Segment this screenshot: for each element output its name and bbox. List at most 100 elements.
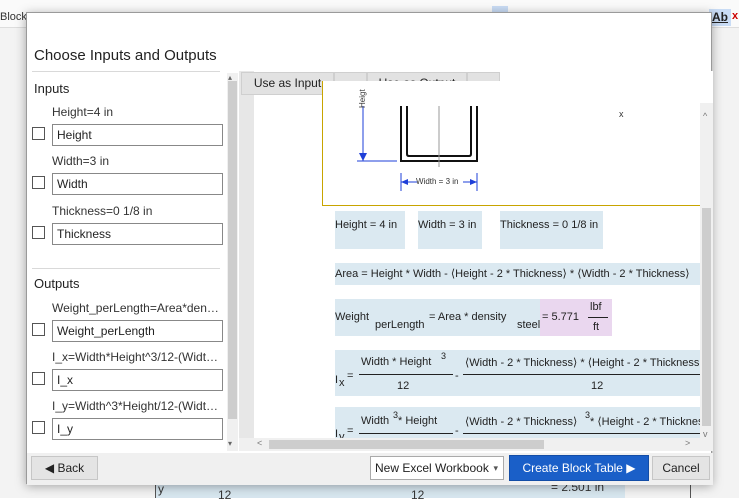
- title-divider: [32, 71, 220, 72]
- weight-unit-bar: [588, 317, 608, 318]
- background-block-label: Block: [0, 11, 27, 23]
- weight-rhs-sub: steel: [517, 319, 541, 331]
- output-name-field-weight[interactable]: [52, 320, 223, 342]
- outputs-heading: Outputs: [34, 276, 80, 291]
- ix-denominator-1: 12: [397, 380, 410, 392]
- input-desc: Width=3 in: [52, 154, 110, 168]
- output-desc: Weight_perLength=Area*density_steel: [52, 301, 224, 315]
- ix-fraction-bar-1: [359, 374, 453, 375]
- ix-lhs: I: [335, 374, 339, 386]
- ix-minus: -: [455, 370, 459, 382]
- chevron-down-icon: ▾: [493, 463, 498, 473]
- preview-vertical-scroll-thumb[interactable]: [702, 208, 711, 426]
- input-checkbox-thickness[interactable]: [32, 226, 45, 239]
- ix-exponent-1: 3: [441, 351, 447, 361]
- ix-equation-cell[interactable]: I x = Width * Height 3 12 - ⟨Width - 2 *…: [335, 350, 713, 396]
- output-desc: I_y=Width^3*Height/12-(Width-2*Thickness…: [52, 399, 224, 413]
- preview-scroll-right-icon[interactable]: >: [685, 438, 690, 448]
- output-checkbox-weight[interactable]: [32, 323, 45, 336]
- ix-numerator-1: Width * Height: [361, 356, 432, 368]
- background-denominator-2: 12: [411, 488, 425, 502]
- preview-horizontal-scroll-thumb[interactable]: [269, 440, 544, 449]
- input-checkbox-width[interactable]: [32, 176, 45, 189]
- weight-unit-den: ft: [593, 321, 600, 333]
- io-panel-scroll-thumb[interactable]: [228, 81, 237, 419]
- inputs-heading: Inputs: [34, 81, 70, 96]
- use-as-input-button[interactable]: Use as Input: [241, 72, 334, 95]
- create-block-table-button[interactable]: Create Block Table ▶: [509, 455, 649, 481]
- ix-lhs-sub: x: [339, 377, 345, 389]
- var-height-text: Height = 4 in: [335, 219, 398, 231]
- weight-equation-cell[interactable]: Weight perLength = Area * density steel: [335, 299, 540, 336]
- input-item-height: Height=4 in: [27, 105, 227, 155]
- output-checkbox-iy[interactable]: [32, 421, 45, 434]
- background-denominator-1: 12: [218, 488, 232, 502]
- input-item-width: Width=3 in: [27, 154, 227, 204]
- preview-vertical-scrollbar[interactable]: ^ v: [700, 103, 713, 451]
- ix-fraction-bar-2: [463, 374, 713, 375]
- drawing-x-mark: x: [619, 109, 624, 119]
- io-panel-scrollbar[interactable]: ▴ ▾: [227, 73, 238, 451]
- iy-equation-cell[interactable]: I y = Width 3 * Height - ⟨Width - 2 * Th…: [335, 407, 713, 443]
- output-item-iy: I_y=Width^3*Height/12-(Width-2*Thickness…: [27, 399, 227, 449]
- width-dim-label: Width = 3 in: [416, 177, 459, 186]
- output-name-field-ix[interactable]: [52, 369, 223, 391]
- iy-numerator-1a: Width: [361, 415, 390, 427]
- iy-minus: -: [455, 425, 459, 437]
- weight-value: = 5.771: [542, 311, 580, 323]
- height-dim-label: Heigt: [358, 89, 367, 108]
- ix-numerator-2: ⟨Width - 2 * Thickness⟩ * ⟨Height - 2 * …: [465, 357, 704, 369]
- ix-denominator-2: 12: [591, 380, 604, 392]
- input-name-field-height[interactable]: [52, 124, 223, 146]
- channel-drawing-svg: [357, 106, 478, 191]
- preview-gutter: [239, 71, 254, 451]
- iy-equals: =: [347, 425, 354, 437]
- workbook-select[interactable]: New Excel Workbook ▾: [370, 456, 504, 480]
- preview-horizontal-scrollbar[interactable]: < >: [239, 438, 713, 451]
- output-desc: I_x=Width*Height^3/12-(Width-2*Thickness…: [52, 350, 224, 364]
- io-panel: Inputs Height=4 in Width=3 in Thickness=…: [27, 73, 227, 449]
- weight-value-cell[interactable]: = 5.771 lbf ft: [540, 299, 612, 336]
- output-checkbox-ix[interactable]: [32, 372, 45, 385]
- dialog-footer: ◀ Back New Excel Workbook ▾ Create Block…: [27, 453, 713, 485]
- iy-numerator-2b: * ⟨Height - 2 * Thickness⟩: [590, 416, 713, 428]
- weight-lhs: Weight: [335, 311, 370, 323]
- input-item-thickness: Thickness=0 1/8 in: [27, 204, 227, 254]
- output-item-weight: Weight_perLength=Area*density_steel: [27, 301, 227, 351]
- ix-equals: =: [347, 370, 354, 382]
- var-thickness-text: Thickness = 0 1/8 in: [500, 219, 599, 231]
- input-desc: Thickness=0 1/8 in: [52, 204, 153, 218]
- iy-fraction-bar-2: [463, 433, 713, 434]
- input-name-field-thickness[interactable]: [52, 223, 223, 245]
- cancel-button[interactable]: Cancel: [652, 456, 710, 480]
- weight-lhs-sub: perLength: [375, 319, 425, 331]
- iy-fraction-bar-1: [359, 433, 453, 434]
- var-cell-width[interactable]: Width = 3 in: [418, 211, 482, 249]
- weight-rhs: = Area * density: [429, 311, 507, 323]
- input-checkbox-height[interactable]: [32, 127, 45, 140]
- outputs-divider: [32, 268, 220, 269]
- back-button[interactable]: ◀ Back: [31, 456, 98, 480]
- dialog-title: Choose Inputs and Outputs: [34, 47, 217, 64]
- background-ab-button[interactable]: Ab: [709, 9, 731, 26]
- area-equation-cell[interactable]: Area = Height * Width - ⟨Height - 2 * Th…: [335, 263, 713, 285]
- workbook-select-value: New Excel Workbook: [375, 461, 489, 475]
- var-width-text: Width = 3 in: [418, 219, 477, 231]
- input-desc: Height=4 in: [52, 105, 114, 119]
- output-name-field-iy[interactable]: [52, 418, 223, 440]
- scroll-down-arrow-icon[interactable]: ▾: [228, 439, 232, 448]
- var-cell-height[interactable]: Height = 4 in: [335, 211, 405, 249]
- iy-numerator-1b: * Height: [398, 415, 438, 427]
- background-close-icon[interactable]: x: [732, 10, 738, 22]
- var-cell-thickness[interactable]: Thickness = 0 1/8 in: [500, 211, 603, 249]
- choose-inputs-outputs-dialog: Choose Inputs and Outputs Inputs Height=…: [26, 12, 713, 485]
- iy-numerator-2a: ⟨Width - 2 * Thickness⟩: [465, 416, 578, 428]
- preview-scroll-left-icon[interactable]: <: [257, 438, 262, 448]
- area-equation-text: Area = Height * Width - ⟨Height - 2 * Th…: [335, 268, 690, 280]
- preview-scroll-up-icon[interactable]: ^: [703, 111, 707, 121]
- output-item-ix: I_x=Width*Height^3/12-(Width-2*Thickness…: [27, 350, 227, 400]
- weight-unit-num: lbf: [590, 301, 602, 313]
- channel-section-drawing: Heigt Width = 3 in x: [322, 81, 700, 206]
- worksheet-preview: Use as Input ▾ Use as Output ▾: [239, 71, 713, 451]
- input-name-field-width[interactable]: [52, 173, 223, 195]
